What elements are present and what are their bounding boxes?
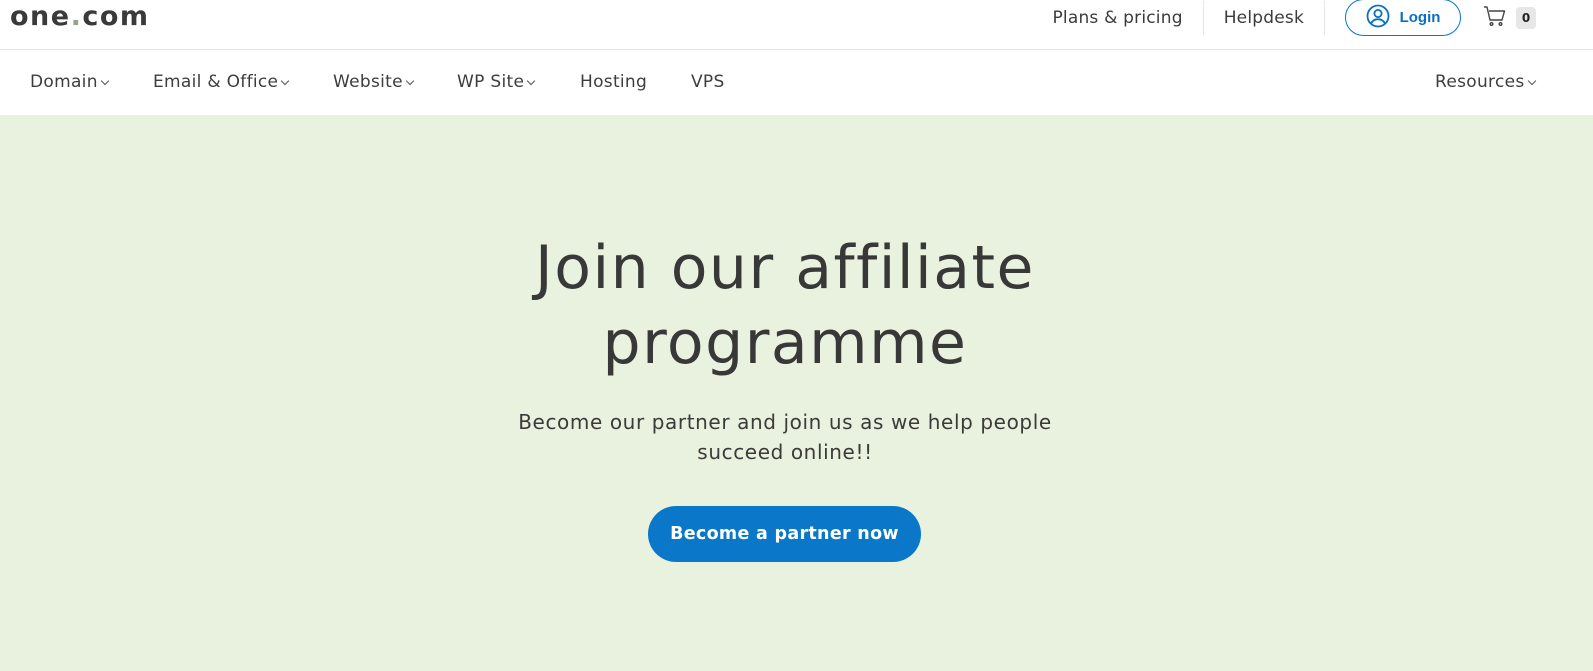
cart-button[interactable]: 0 xyxy=(1483,4,1536,32)
nav-item-label: Domain xyxy=(30,72,98,92)
cart-count-badge: 0 xyxy=(1516,7,1536,29)
main-nav: Domain Email & Office Website WP Site Ho… xyxy=(0,51,1593,115)
logo-text-com: com xyxy=(82,1,150,32)
top-bar: one.com Plans & pricing Helpdesk Login 0 xyxy=(0,0,1593,50)
hero-subtitle-line-2: succeed online!! xyxy=(697,440,873,464)
nav-item-label: Resources xyxy=(1435,72,1525,92)
chevron-down-icon xyxy=(100,76,110,85)
user-circle-icon xyxy=(1366,4,1390,32)
divider xyxy=(1324,1,1325,35)
nav-item-wp-site[interactable]: WP Site xyxy=(457,71,536,93)
hero-title-line-1: Join our affiliate xyxy=(535,233,1035,303)
logo-dot: . xyxy=(70,1,83,32)
hero-title: Join our affiliate programme xyxy=(0,231,1570,381)
nav-item-hosting[interactable]: Hosting xyxy=(580,71,647,93)
chevron-down-icon xyxy=(526,76,536,85)
nav-item-label: Website xyxy=(333,72,403,92)
login-button[interactable]: Login xyxy=(1345,0,1461,36)
plans-pricing-link[interactable]: Plans & pricing xyxy=(1032,1,1202,35)
chevron-down-icon xyxy=(1527,76,1536,85)
nav-item-label: Email & Office xyxy=(153,72,279,92)
hero-subtitle: Become our partner and join us as we hel… xyxy=(0,407,1570,467)
nav-item-vps[interactable]: VPS xyxy=(691,71,725,93)
chevron-down-icon xyxy=(281,76,290,85)
hero-section: Join our affiliate programme Become our … xyxy=(0,115,1593,671)
nav-item-label: VPS xyxy=(691,72,725,92)
shopping-cart-icon xyxy=(1483,4,1507,32)
hero-title-line-2: programme xyxy=(602,308,968,378)
nav-item-resources[interactable]: Resources xyxy=(1435,71,1536,93)
become-partner-button[interactable]: Become a partner now xyxy=(648,506,921,562)
nav-item-domain[interactable]: Domain xyxy=(30,71,110,93)
logo-text-one: one xyxy=(10,1,71,32)
nav-item-label: WP Site xyxy=(457,72,525,92)
helpdesk-link[interactable]: Helpdesk xyxy=(1204,1,1324,35)
chevron-down-icon xyxy=(405,76,415,85)
login-label: Login xyxy=(1399,9,1441,26)
one-com-logo[interactable]: one.com xyxy=(10,1,150,33)
nav-item-website[interactable]: Website xyxy=(333,71,415,93)
nav-item-label: Hosting xyxy=(580,72,648,92)
utility-nav: Plans & pricing Helpdesk Login 0 xyxy=(1032,0,1593,36)
nav-item-email-office[interactable]: Email & Office xyxy=(153,71,290,93)
hero-subtitle-line-1: Become our partner and join us as we hel… xyxy=(518,410,1052,434)
